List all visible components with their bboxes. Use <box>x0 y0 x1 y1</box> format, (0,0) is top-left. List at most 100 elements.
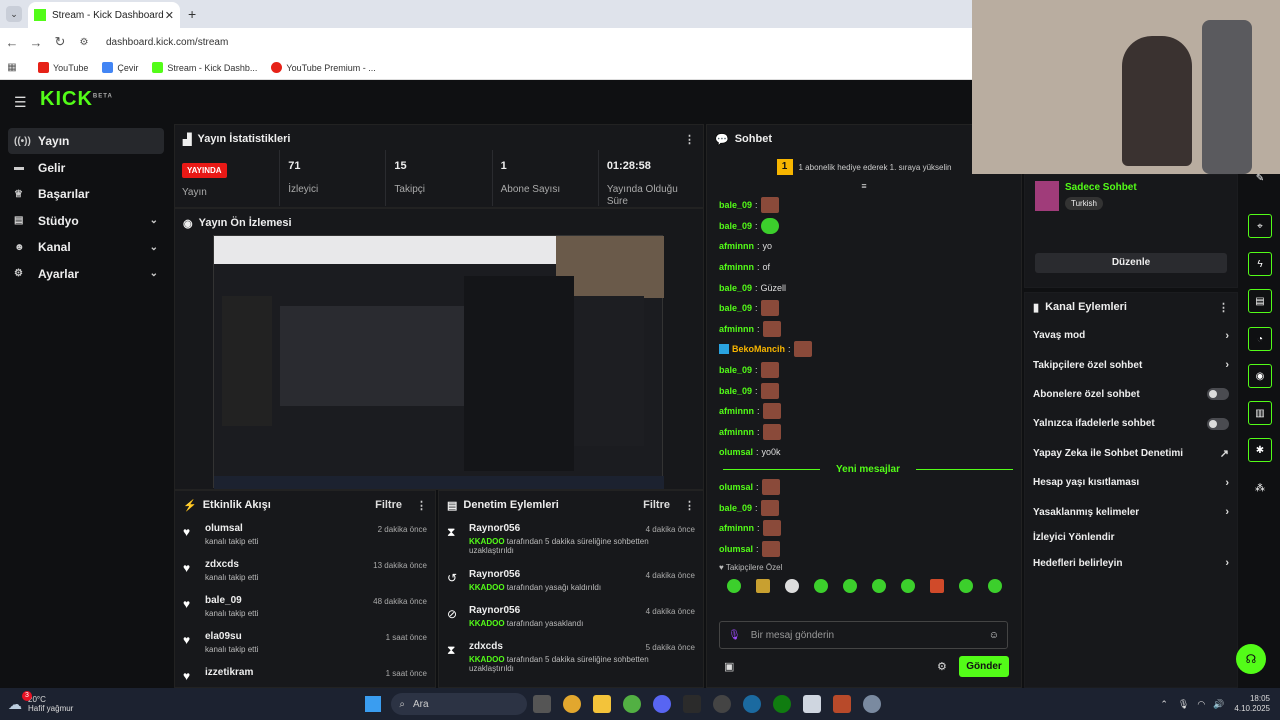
action-followers-only[interactable]: Takipçilere özel sohbet › <box>1025 350 1237 379</box>
chat-message: afminnn: <box>707 518 1021 539</box>
store-icon[interactable]: ▣ <box>724 660 734 673</box>
clock[interactable]: 18:05 4.10.2025 <box>1234 694 1270 714</box>
bookmark-youtube[interactable]: YouTube <box>38 62 88 73</box>
action-host-viewers[interactable]: İzleyici Yönlendir <box>1025 527 1237 549</box>
weather-widget[interactable]: ☁ 3 20°C Hafif yağmur <box>8 691 73 713</box>
more-options-icon[interactable]: ⋮ <box>1218 301 1229 314</box>
back-icon[interactable]: ← <box>0 35 24 50</box>
external-link-icon: ↗ <box>1219 447 1229 460</box>
browser-tab[interactable]: Stream - Kick Dashboard ✕ <box>28 2 180 28</box>
hamburger-menu-icon[interactable]: ☰ <box>14 94 27 111</box>
bookmark-translate[interactable]: Çevir <box>102 62 138 73</box>
settings-icon[interactable] <box>863 695 882 713</box>
broadcast-tool-icon[interactable]: ◉ <box>1248 364 1272 388</box>
pin-toggle-icon[interactable]: ≡ <box>707 181 1021 195</box>
mic-icon[interactable]: 🎙 <box>1178 699 1189 710</box>
file-manager-icon[interactable] <box>533 695 552 713</box>
taskbar-search[interactable]: ⌕ Ara <box>391 693 528 715</box>
more-options-icon[interactable]: ⋮ <box>416 499 427 512</box>
bolt-icon[interactable]: ϟ <box>1248 252 1272 276</box>
send-button[interactable]: Gönder <box>959 656 1009 677</box>
url-field[interactable]: dashboard.kick.com/stream <box>106 37 228 48</box>
close-tab-icon[interactable]: ✕ <box>165 9 174 22</box>
filter-button[interactable]: Filtre <box>375 499 402 511</box>
microphone-icon[interactable]: 🎙 <box>728 630 741 641</box>
action-slow-mode[interactable]: Yavaş mod › <box>1025 321 1237 350</box>
clipboard-icon[interactable]: ▤ <box>1248 289 1272 313</box>
emote-icon[interactable] <box>871 579 886 594</box>
emote-icon[interactable] <box>900 579 915 594</box>
sidebar-item-studyo[interactable]: ▤ Stüdyo ⌄ <box>8 208 164 234</box>
emote-icon[interactable] <box>755 579 770 594</box>
action-account-age[interactable]: Hesap yaşı kısıtlaması › <box>1025 468 1237 497</box>
emote-icon <box>761 479 780 496</box>
chat-settings-icon[interactable]: ⚙ <box>937 660 947 673</box>
print-icon[interactable]: ▥ <box>1248 401 1272 425</box>
wrench-icon[interactable]: ✱ <box>1248 438 1272 462</box>
emoji-icon[interactable]: ☺ <box>989 630 999 641</box>
subscribers-only-toggle[interactable] <box>1207 388 1229 401</box>
reload-icon[interactable]: ↻ <box>48 34 72 50</box>
emote-icon[interactable] <box>842 579 857 594</box>
chevron-down-icon: ⌄ <box>149 268 158 279</box>
action-subscribers-only[interactable]: Abonelere özel sohbet <box>1025 380 1237 409</box>
emote-icon[interactable] <box>929 579 944 594</box>
emote-icon[interactable] <box>784 579 799 594</box>
edit-button[interactable]: Düzenle <box>1035 253 1227 273</box>
sidebar-item-ayarlar[interactable]: ⚙ Ayarlar ⌄ <box>8 261 164 287</box>
pencil-icon[interactable]: ✎ <box>1248 166 1272 190</box>
more-options-icon[interactable]: ⋮ <box>684 133 695 146</box>
forward-icon[interactable]: → <box>24 35 48 50</box>
xbox-icon[interactable] <box>623 695 642 713</box>
tab-list-button[interactable]: ⌄ <box>6 6 22 22</box>
windows-start-icon[interactable] <box>365 696 382 712</box>
new-tab-icon[interactable]: + <box>188 6 196 22</box>
chevron-up-icon[interactable]: ⌃ <box>1160 699 1168 710</box>
action-set-goals[interactable]: Hedefleri belirleyin › <box>1025 549 1237 578</box>
studio-icon: ▤ <box>14 215 24 226</box>
xbox-app-icon[interactable] <box>773 695 792 713</box>
chat-bubble-icon[interactable]: ◔ <box>1248 327 1272 351</box>
filter-button[interactable]: Filtre <box>643 499 670 511</box>
emote-icon[interactable] <box>987 579 1002 594</box>
action-banned-words[interactable]: Yasaklanmış kelimeler › <box>1025 497 1237 526</box>
stream-preview-video[interactable] <box>213 235 664 489</box>
focus-icon[interactable]: ⌖ <box>1248 214 1272 238</box>
emote-icon[interactable] <box>813 579 828 594</box>
media-icon[interactable] <box>803 695 822 713</box>
obs-icon[interactable] <box>713 695 732 713</box>
shield-icon: ▮ <box>1033 301 1040 314</box>
emote-icon <box>762 520 781 537</box>
emote-icon[interactable] <box>958 579 973 594</box>
sidebar-item-gelir[interactable]: ▬ Gelir <box>8 155 164 181</box>
sidebar-item-basarilar[interactable]: ♕ Başarılar <box>8 181 164 207</box>
game-icon[interactable] <box>833 695 852 713</box>
chat-input[interactable]: 🎙 Bir mesaj gönderin ☺ <box>719 621 1008 649</box>
kick-logo[interactable]: KICKBETA <box>40 88 113 111</box>
steam-icon[interactable] <box>743 695 762 713</box>
more-options-icon[interactable]: ⋮ <box>684 499 695 512</box>
emote-icon <box>760 362 779 379</box>
support-button[interactable]: ☊ <box>1236 644 1266 674</box>
bookmark-kick[interactable]: Stream - Kick Dashb... <box>152 62 257 73</box>
sidebar-item-yayin[interactable]: ((•)) Yayın <box>8 128 164 154</box>
chevron-right-icon: › <box>1225 329 1229 342</box>
volume-icon[interactable]: 🔊 <box>1213 699 1224 710</box>
emote-icon[interactable] <box>726 579 741 594</box>
wifi-icon[interactable]: ◠ <box>1197 699 1205 710</box>
avatar <box>1035 181 1059 211</box>
chat-message: afminnn: <box>707 319 1021 340</box>
preview-nested-screen <box>280 306 464 406</box>
site-info-icon[interactable]: ⚙ <box>72 37 96 48</box>
discord-icon[interactable] <box>653 695 672 713</box>
chrome-icon[interactable] <box>563 695 582 713</box>
action-ai-moderation[interactable]: Yapay Zeka ile Sohbet Denetimi ↗ <box>1025 439 1237 468</box>
bookmark-youtube-premium[interactable]: YouTube Premium - ... <box>271 62 376 73</box>
folder-icon[interactable] <box>593 695 612 713</box>
terminal-icon[interactable] <box>683 695 702 713</box>
nodes-icon[interactable]: ⁂ <box>1248 476 1272 500</box>
action-emotes-only[interactable]: Yalnızca ifadelerle sohbet <box>1025 409 1237 438</box>
apps-icon[interactable]: ▦ <box>0 62 24 73</box>
emotes-only-toggle[interactable] <box>1207 417 1229 430</box>
sidebar-item-kanal[interactable]: ☻ Kanal ⌄ <box>8 234 164 260</box>
